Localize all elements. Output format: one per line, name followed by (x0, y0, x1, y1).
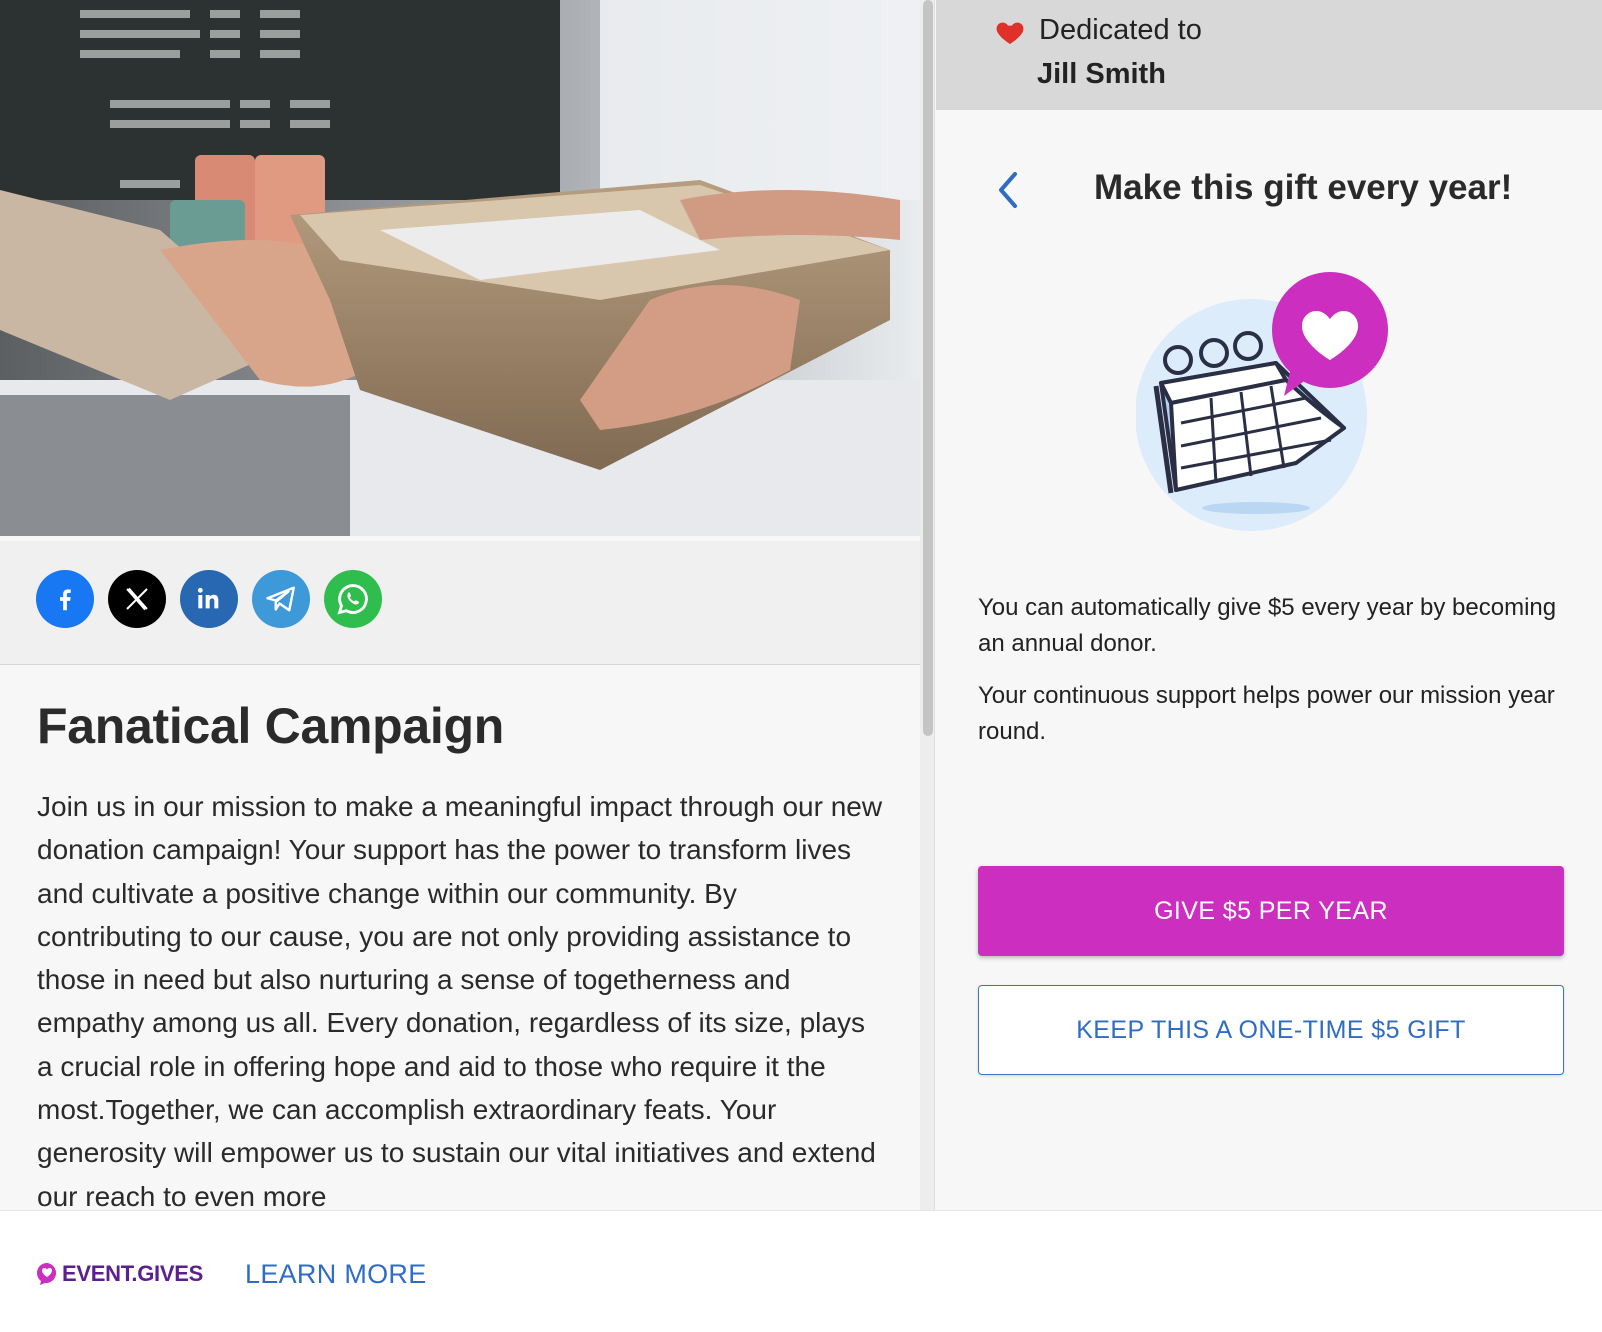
annual-description: You can automatically give $5 every year… (978, 594, 1557, 657)
calendar-heart-illustration (1136, 272, 1388, 531)
scrollbar-thumb[interactable] (923, 0, 933, 736)
x-icon[interactable] (108, 570, 166, 628)
linkedin-icon[interactable] (180, 570, 238, 628)
dedication-name: Jill Smith (1037, 58, 1166, 90)
telegram-icon[interactable] (252, 570, 310, 628)
event-gives-logo[interactable]: EVENT.GIVES (36, 1259, 203, 1289)
facebook-icon[interactable] (36, 570, 94, 628)
campaign-description: Join us in our mission to make a meaning… (37, 791, 883, 1210)
whatsapp-icon[interactable] (324, 570, 382, 628)
gift-panel: Dedicated to Jill Smith Make this gift e… (936, 0, 1602, 1210)
footer: EVENT.GIVES LEARN MORE (0, 1210, 1602, 1332)
learn-more-link[interactable]: LEARN MORE (245, 1259, 427, 1290)
logo-text: EVENT.GIVES (62, 1261, 203, 1286)
event-gives-logo-icon (37, 1263, 57, 1285)
campaign-title: Fanatical Campaign (37, 698, 504, 754)
gift-panel-title: Make this gift every year! (1094, 168, 1513, 207)
support-description: Your continuous support helps power our … (978, 682, 1555, 745)
give-per-year-button[interactable]: GIVE $5 PER YEAR (978, 866, 1564, 956)
campaign-hero-image (0, 0, 920, 536)
share-bar (0, 541, 920, 665)
scrollbar[interactable] (920, 0, 935, 1210)
heart-icon (996, 22, 1024, 44)
dedication-label: Dedicated to (1039, 14, 1202, 46)
dedication-banner: Dedicated to Jill Smith (936, 0, 1602, 110)
keep-one-time-button[interactable]: KEEP THIS A ONE-TIME $5 GIFT (978, 985, 1564, 1075)
campaign-column: Fanatical Campaign Join us in our missio… (0, 0, 920, 1210)
